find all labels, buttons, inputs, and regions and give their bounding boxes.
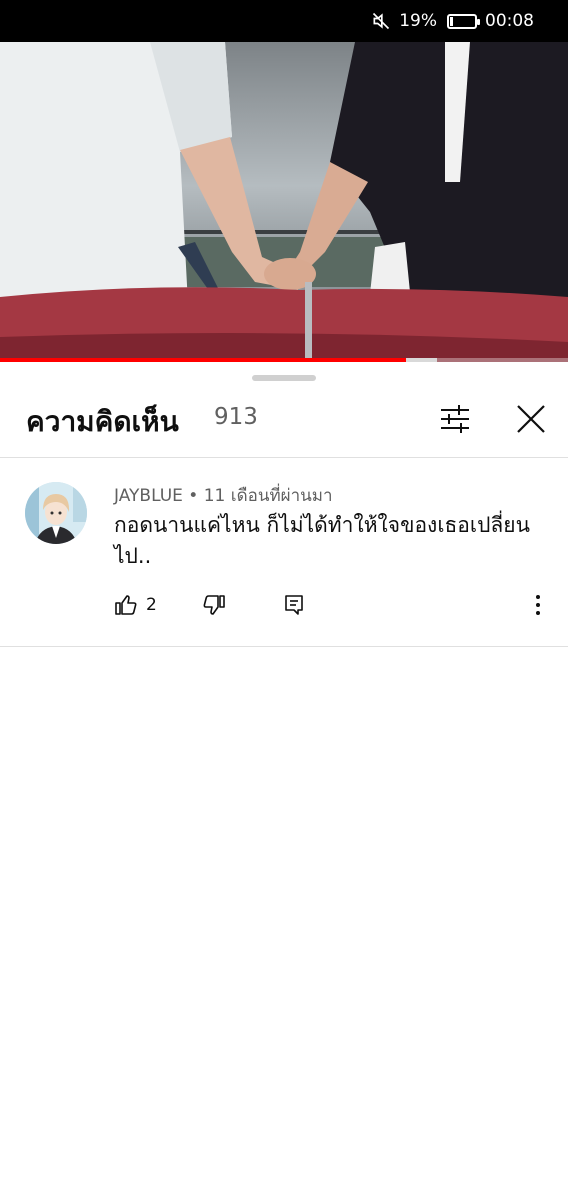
comments-title: ความคิดเห็น: [26, 405, 179, 438]
video-frame: [0, 42, 568, 362]
battery-icon: [447, 13, 480, 29]
comment-text: กอดนานแค่ไหน ก็ไม่ได้ทำให้ใจของเธอเปลี่ย…: [114, 513, 530, 568]
close-icon: [517, 405, 545, 433]
clock: 00:08: [485, 11, 534, 31]
comment-author[interactable]: JAYBLUE: [114, 486, 183, 506]
tune-icon: [441, 405, 469, 433]
comments-panel: ความคิดเห็น 913 JAYBLUE • 11 เดือนที่ผ่า…: [0, 362, 568, 1200]
avatar[interactable]: [25, 482, 87, 544]
thumb-down-icon: [203, 595, 225, 615]
drag-handle[interactable]: [252, 375, 316, 381]
comment-time: 11 เดือนที่ผ่านมา: [203, 486, 333, 506]
meta-separator: •: [188, 486, 199, 506]
mute-icon: [373, 12, 390, 30]
comment-actions: 2: [114, 592, 554, 618]
more-vert-icon: [536, 595, 540, 615]
comments-header: ความคิดเห็น 913: [0, 392, 568, 456]
like-button[interactable]: 2: [114, 592, 157, 618]
comment-item: JAYBLUE • 11 เดือนที่ผ่านมา กอดนานแค่ไหน…: [0, 458, 568, 646]
reply-button[interactable]: [282, 592, 306, 618]
comment-meta: JAYBLUE • 11 เดือนที่ผ่านมา: [114, 482, 333, 509]
sort-button[interactable]: [434, 398, 476, 440]
video-player[interactable]: [0, 42, 568, 362]
like-count: 2: [146, 595, 157, 615]
avatar-image: [25, 482, 87, 544]
close-button[interactable]: [510, 398, 552, 440]
more-options-button[interactable]: [526, 592, 550, 618]
thumb-up-icon: [115, 595, 137, 615]
comments-count: 913: [214, 404, 258, 430]
comment-divider: [0, 646, 568, 647]
reply-icon: [285, 595, 303, 615]
status-bar: 19% 00:08: [0, 0, 568, 42]
dislike-button[interactable]: [202, 592, 226, 618]
battery-percent: 19%: [399, 11, 437, 31]
